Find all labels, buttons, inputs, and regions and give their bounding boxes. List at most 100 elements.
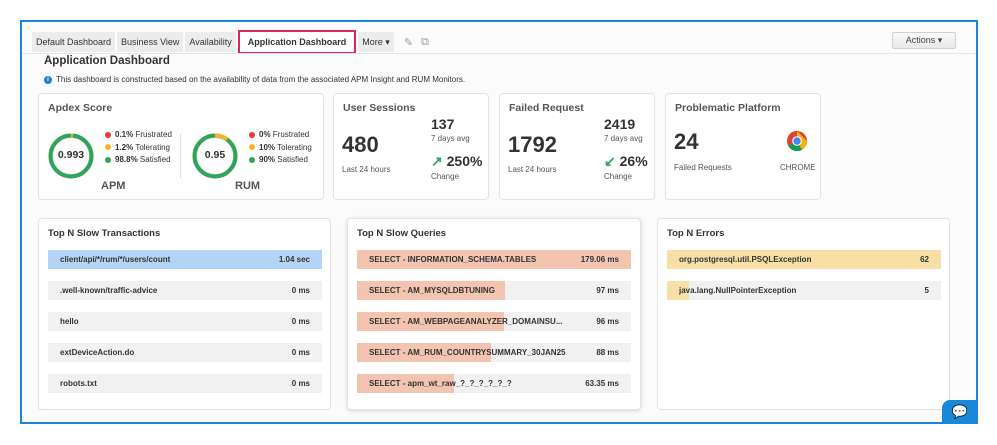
platform-label: Failed Requests <box>674 163 732 172</box>
apdex-card: Apdex Score 0.993 0.1% Frustrated 1.2% T… <box>38 93 324 200</box>
transactions-row[interactable]: extDeviceAction.do 0 ms <box>48 343 322 362</box>
transactions-row[interactable]: hello 0 ms <box>48 312 322 331</box>
card-title: User Sessions <box>343 102 416 114</box>
row-name: java.lang.NullPointerException <box>679 286 797 295</box>
legend-label: Satisfied <box>277 155 308 164</box>
card-title: Apdex Score <box>48 102 113 114</box>
chat-icon: 💬 <box>951 404 969 419</box>
row-value: 88 ms <box>596 348 619 357</box>
sessions-period: Last 24 hours <box>342 165 391 174</box>
arrow-up-icon: ↗ <box>431 153 443 169</box>
row-value: 0 ms <box>291 379 310 388</box>
row-name: SELECT - apm_wt_raw_?_?_?_?_?_? <box>369 379 512 388</box>
row-value: 1.04 sec <box>278 255 310 264</box>
platform-card: Problematic Platform 24 Failed Requests … <box>665 93 821 200</box>
rum-label: RUM <box>235 180 261 192</box>
actions-button[interactable]: Actions ▾ <box>892 32 956 49</box>
info-icon: i <box>44 75 52 84</box>
info-text: This dashboard is constructed based on t… <box>56 75 466 84</box>
queries-row[interactable]: SELECT - INFORMATION_SCHEMA.TABLES 179.06… <box>357 250 631 269</box>
legend-label: Satisfied <box>139 155 171 164</box>
row-value: 179.06 ms <box>580 255 619 264</box>
row-name: client/api/*/rum/*/users/count <box>60 255 171 264</box>
row-name: SELECT - AM_MYSQLDBTUNING <box>369 286 495 295</box>
row-value: 62 <box>920 255 929 264</box>
apm-satisfied: 98.8% <box>115 155 138 164</box>
row-name: robots.txt <box>60 379 97 388</box>
dashboard-frame: Default Dashboard Business View Availabi… <box>20 20 978 424</box>
legend-label: Frustrated <box>272 130 310 139</box>
row-value: 97 ms <box>596 286 619 295</box>
frustrated-dot <box>249 131 255 138</box>
top-errors-card: Top N Errors org.postgresql.util.PSQLExc… <box>657 218 950 410</box>
slow-queries-card: Top N Slow Queries SELECT - INFORMATION_… <box>347 218 641 410</box>
frustrated-dot <box>105 131 111 138</box>
divider <box>22 53 976 54</box>
tab-bar: Default Dashboard Business View Availabi… <box>32 30 429 54</box>
failed-period: Last 24 hours <box>508 165 557 174</box>
card-title: Top N Slow Queries <box>357 228 447 239</box>
row-name: org.postgresql.util.PSQLException <box>679 255 812 264</box>
tab-application-dashboard[interactable]: Application Dashboard <box>237 30 357 54</box>
row-name: .well-known/traffic-advice <box>60 286 158 295</box>
apm-label: APM <box>101 180 126 192</box>
queries-row[interactable]: SELECT - apm_wt_raw_?_?_?_?_?_? 63.35 ms <box>357 374 631 393</box>
apm-frustrated: 0.1% <box>115 130 134 139</box>
chat-button[interactable]: 💬 <box>942 400 978 424</box>
transactions-row[interactable]: .well-known/traffic-advice 0 ms <box>48 281 322 300</box>
info-banner: i This dashboard is constructed based on … <box>44 75 465 84</box>
queries-row[interactable]: SELECT - AM_MYSQLDBTUNING 97 ms <box>357 281 631 300</box>
card-title: Top N Slow Transactions <box>48 228 161 239</box>
edit-icon[interactable]: ✎ <box>404 36 413 49</box>
sessions-value: 480 <box>342 132 379 157</box>
queries-row[interactable]: SELECT - AM_WEBPAGEANALYZER_DOMAINSU... 9… <box>357 312 631 331</box>
row-value: 0 ms <box>291 348 310 357</box>
apm-tolerating: 1.2% <box>115 142 134 152</box>
failed-change-label: Change <box>604 172 633 181</box>
transactions-row[interactable]: robots.txt 0 ms <box>48 374 322 393</box>
card-title: Top N Errors <box>667 228 725 239</box>
row-name: extDeviceAction.do <box>60 348 135 357</box>
tolerating-dot <box>105 144 111 151</box>
legend-label: Frustrated <box>135 130 172 139</box>
legend-label: Tolerating <box>277 142 312 152</box>
rum-satisfied: 90% <box>259 155 276 164</box>
errors-row[interactable]: org.postgresql.util.PSQLException 62 <box>667 250 941 269</box>
card-title: Failed Request <box>509 102 584 114</box>
tab-availability[interactable]: Availability <box>185 32 236 52</box>
satisfied-dot <box>249 156 255 163</box>
failed-value: 1792 <box>508 132 557 157</box>
sessions-change: ↗ 250% <box>431 153 482 170</box>
row-name: SELECT - AM_RUM_COUNTRYSUMMARY_30JAN25 <box>369 348 566 357</box>
failed-change-value: 26% <box>619 153 648 169</box>
rum-frustrated: 0% <box>259 130 271 139</box>
tab-more[interactable]: More ▾ <box>358 32 394 52</box>
card-title: Problematic Platform <box>675 102 781 114</box>
failed-change: ↙ 26% <box>604 153 648 170</box>
row-value: 96 ms <box>596 317 619 326</box>
page-title: Application Dashboard <box>44 55 170 67</box>
satisfied-dot <box>105 156 111 163</box>
arrow-down-icon: ↙ <box>604 153 616 169</box>
failed-avg-label: 7 days avg <box>604 134 643 143</box>
row-value: 63.35 ms <box>585 379 619 388</box>
errors-row[interactable]: java.lang.NullPointerException 5 <box>667 281 941 300</box>
row-name: hello <box>60 317 79 326</box>
tab-default-dashboard[interactable]: Default Dashboard <box>32 32 116 52</box>
rum-tolerating: 10% <box>259 142 276 152</box>
failed-request-card: Failed Request 1792 Last 24 hours 2419 7… <box>499 93 655 200</box>
user-sessions-card: User Sessions 480 Last 24 hours 137 7 da… <box>333 93 489 200</box>
external-link-icon[interactable]: ⧉ <box>421 36 429 49</box>
transactions-row[interactable]: client/api/*/rum/*/users/count 1.04 sec <box>48 250 322 269</box>
row-name: SELECT - INFORMATION_SCHEMA.TABLES <box>369 255 537 264</box>
queries-row[interactable]: SELECT - AM_RUM_COUNTRYSUMMARY_30JAN25 88… <box>357 343 631 362</box>
divider <box>180 134 181 178</box>
sessions-avg-label: 7 days avg <box>431 134 470 143</box>
rum-score: 0.95 <box>204 149 226 161</box>
platform-value: 24 <box>674 129 699 154</box>
row-name: SELECT - AM_WEBPAGEANALYZER_DOMAINSU... <box>369 317 563 326</box>
tab-business-view[interactable]: Business View <box>117 32 184 52</box>
row-value: 5 <box>924 286 929 295</box>
sessions-change-value: 250% <box>446 153 483 169</box>
legend-label: Tolerating <box>135 142 170 152</box>
